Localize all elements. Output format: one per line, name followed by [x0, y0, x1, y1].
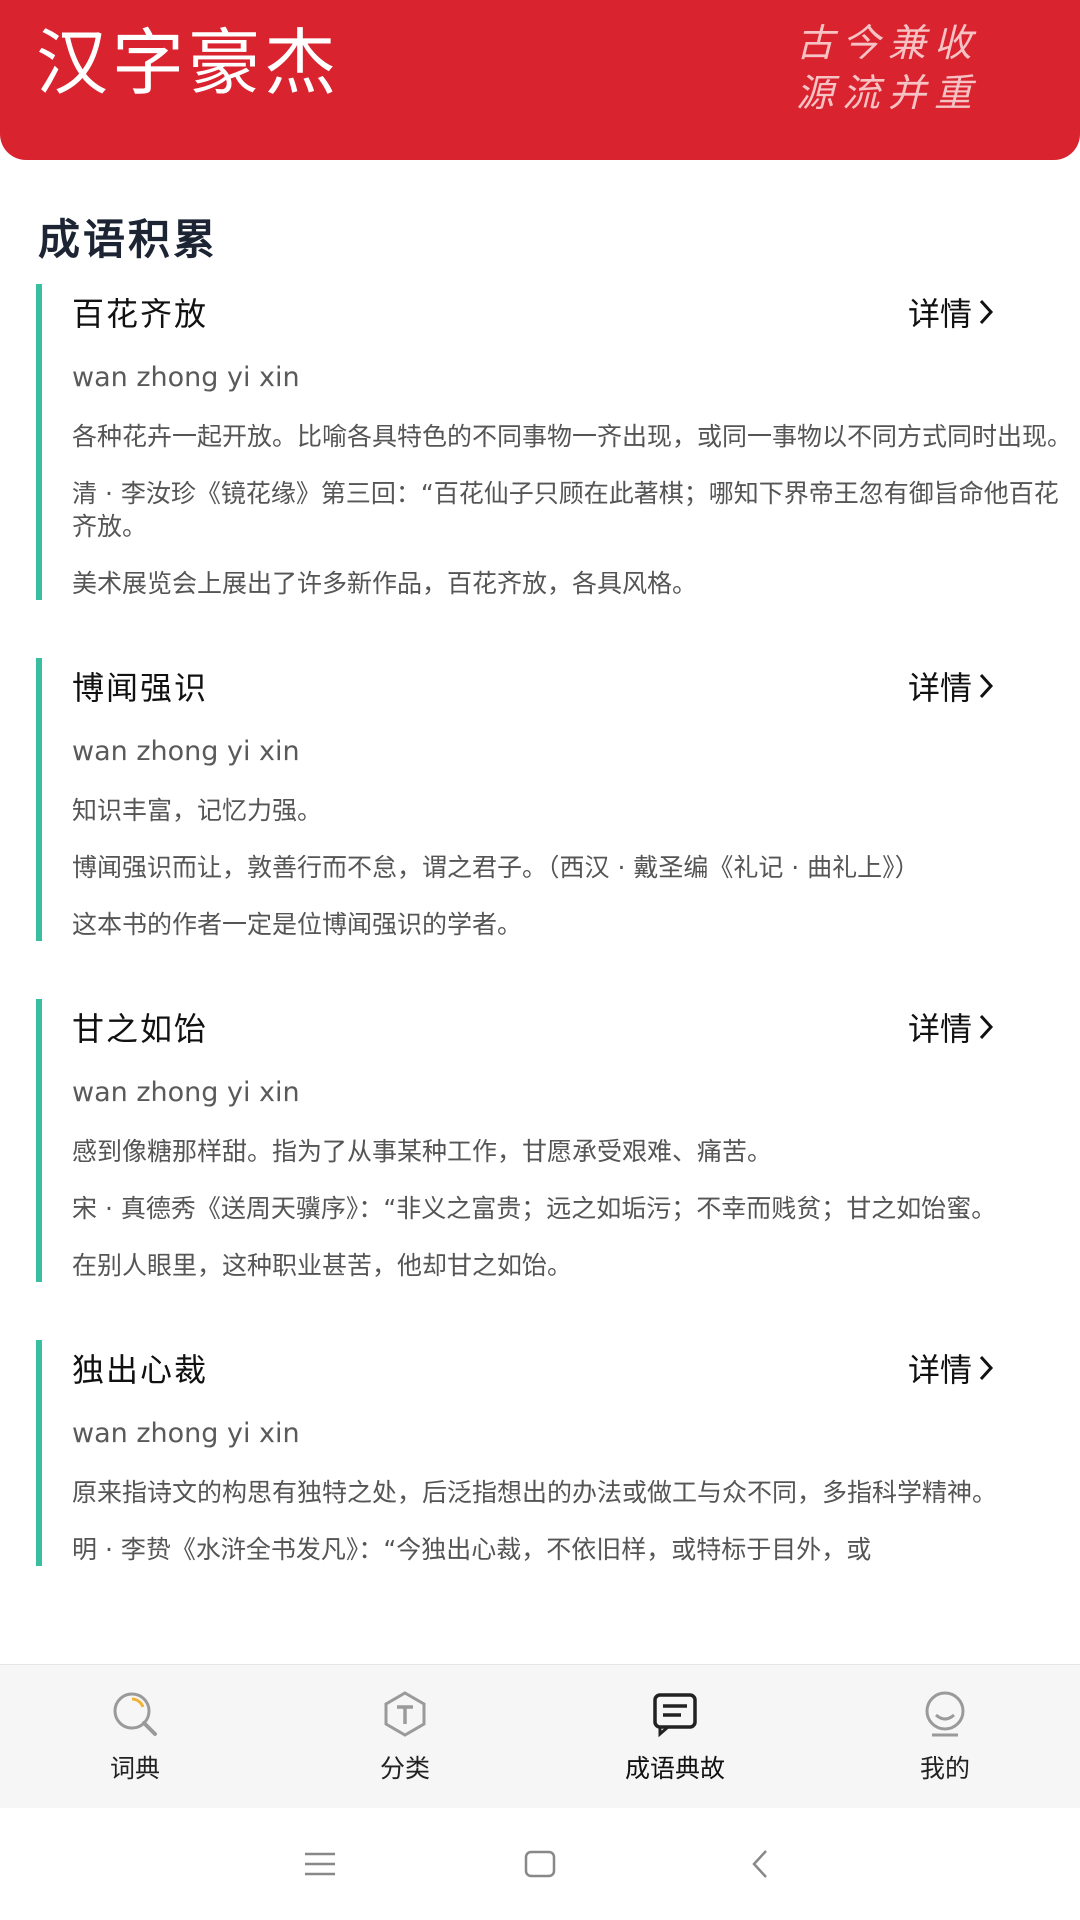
idiom-name: 百花齐放 — [72, 295, 209, 333]
nav-home-button[interactable] — [430, 1808, 650, 1920]
detail-link[interactable]: 详情 — [908, 1004, 994, 1050]
idiom-example: 在别人眼里，这种职业甚苦，他却甘之如饴。 — [72, 1251, 573, 1280]
system-nav-bar — [0, 1808, 1080, 1920]
nav-menu-button[interactable] — [210, 1808, 430, 1920]
tab-profile[interactable]: 我的 — [810, 1665, 1080, 1809]
chevron-right-icon — [979, 1355, 994, 1381]
idiom-list[interactable]: 百花齐放 详情 wan zhong yi xin 各种花卉一起开放。比喻各具特色… — [0, 284, 1080, 1664]
detail-link[interactable]: 详情 — [908, 663, 994, 709]
menu-icon — [305, 1852, 335, 1876]
idiom-meaning: 各种花卉一起开放。比喻各具特色的不同事物一齐出现，或同一事物以不同方式同时出现。 — [72, 422, 1073, 451]
tab-idiom-stories[interactable]: 成语典故 — [540, 1665, 810, 1809]
chevron-right-icon — [979, 1014, 994, 1040]
tab-label: 分类 — [379, 1754, 430, 1783]
tab-dictionary[interactable]: 词典 — [0, 1665, 270, 1809]
idiom-source: 宋 · 真德秀《送周天骥序》：“非义之富贵；远之如垢污；不幸而贱贫；甘之如饴蜜。 — [72, 1194, 997, 1223]
section-title: 成语积累 — [38, 215, 219, 264]
idiom-meaning: 感到像糖那样甜。指为了从事某种工作，甘愿承受艰难、痛苦。 — [72, 1137, 773, 1166]
detail-label: 详情 — [907, 295, 972, 333]
tab-label: 我的 — [919, 1754, 970, 1783]
idiom-pinyin: wan zhong yi xin — [72, 1077, 300, 1108]
detail-label: 详情 — [907, 1010, 972, 1048]
bottom-tab-bar: 词典 分类 成语典故 我的 — [0, 1664, 1080, 1809]
idiom-name: 甘之如饴 — [72, 1010, 209, 1048]
nav-back-button[interactable] — [650, 1808, 870, 1920]
idiom-story-icon — [653, 1693, 697, 1738]
slogan-line-2: 源流并重 — [796, 71, 981, 115]
detail-link[interactable]: 详情 — [908, 289, 994, 335]
idiom-source: 明 · 李贽《水浒全书发凡》：“今独出心裁，不依旧样，或特标于目外，或 — [72, 1535, 872, 1564]
idiom-card: 独出心裁 详情 wan zhong yi xin 原来指诗文的构思有独特之处，后… — [36, 1340, 1080, 1566]
back-icon — [752, 1850, 767, 1878]
detail-link[interactable]: 详情 — [908, 1345, 994, 1391]
idiom-card: 甘之如饴 详情 wan zhong yi xin 感到像糖那样甜。指为了从事某种… — [36, 999, 1080, 1282]
tab-category[interactable]: 分类 — [270, 1665, 540, 1809]
idiom-source: 清 · 李汝珍《镜花缘》第三回：“百花仙子只顾在此著棋；哪知下界帝王忽有御旨命他… — [72, 479, 1059, 541]
detail-label: 详情 — [907, 669, 972, 707]
app-header: 汉字豪杰 古今兼收 源流并重 — [0, 0, 1080, 160]
detail-label: 详情 — [907, 1351, 972, 1389]
idiom-pinyin: wan zhong yi xin — [72, 362, 300, 393]
app-title: 汉字豪杰 — [36, 21, 341, 105]
idiom-name: 独出心裁 — [72, 1351, 209, 1389]
slogan-line-1: 古今兼收 — [796, 21, 981, 65]
tab-label: 词典 — [109, 1754, 160, 1783]
idiom-source: 博闻强识而让，敦善行而不怠，谓之君子。（西汉 · 戴圣编《礼记 · 曲礼上》） — [72, 853, 920, 882]
tab-label: 成语典故 — [624, 1754, 725, 1783]
home-square-icon — [524, 1850, 556, 1878]
idiom-pinyin: wan zhong yi xin — [72, 1418, 300, 1449]
dictionary-search-icon — [113, 1692, 157, 1736]
idiom-example: 美术展览会上展出了许多新作品，百花齐放，各具风格。 — [72, 569, 698, 598]
idiom-card: 博闻强识 详情 wan zhong yi xin 知识丰富，记忆力强。 博闻强识… — [36, 658, 1080, 941]
idiom-name: 博闻强识 — [72, 669, 209, 707]
chevron-right-icon — [979, 299, 994, 325]
chevron-right-icon — [979, 673, 994, 699]
app-slogan: 古今兼收 源流并重 — [796, 18, 996, 118]
idiom-card: 百花齐放 详情 wan zhong yi xin 各种花卉一起开放。比喻各具特色… — [36, 284, 1080, 600]
profile-icon — [925, 1691, 965, 1737]
idiom-meaning: 原来指诗文的构思有独特之处，后泛指想出的办法或做工与众不同，多指科学精神。 — [72, 1478, 998, 1507]
idiom-pinyin: wan zhong yi xin — [72, 736, 300, 767]
idiom-meaning: 知识丰富，记忆力强。 — [72, 796, 323, 825]
idiom-example: 这本书的作者一定是位博闻强识的学者。 — [72, 910, 523, 939]
category-icon — [384, 1691, 426, 1737]
